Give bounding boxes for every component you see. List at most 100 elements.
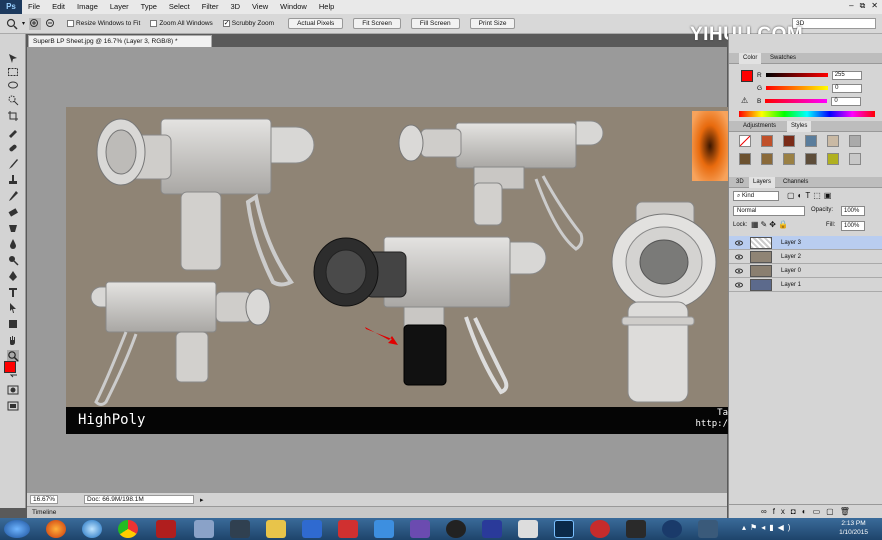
visibility-eye-icon[interactable] <box>735 281 743 289</box>
app-icon[interactable] <box>230 520 250 538</box>
red-slider[interactable]: R 255 <box>757 69 862 81</box>
menu-window[interactable]: Window <box>274 0 313 14</box>
style-swatch[interactable] <box>805 135 817 147</box>
restore-button[interactable]: ⧉ <box>860 1 866 11</box>
tab-color[interactable]: Color <box>739 53 762 64</box>
menu-view[interactable]: View <box>246 0 274 14</box>
system-tray-icons[interactable]: ▴⚑◂▮◀) <box>742 523 794 532</box>
resize-windows-checkbox[interactable]: Resize Windows to Fit <box>67 20 140 27</box>
dodge-tool-icon[interactable] <box>7 254 19 266</box>
zoom-out-icon[interactable] <box>45 18 57 30</box>
eyedropper-icon[interactable] <box>7 126 19 138</box>
color-foreground-swatch[interactable] <box>741 70 753 82</box>
menu-image[interactable]: Image <box>71 0 104 14</box>
screen-mode-icon[interactable] <box>7 400 19 412</box>
app-icon[interactable] <box>194 520 214 538</box>
app-icon[interactable] <box>698 520 718 538</box>
zoom-tool-icon[interactable] <box>6 18 18 30</box>
menu-3d[interactable]: 3D <box>224 0 246 14</box>
firefox-icon[interactable] <box>46 520 66 538</box>
zbrush-icon[interactable] <box>518 520 538 538</box>
tab-3d[interactable]: 3D <box>732 177 748 188</box>
blue-slider[interactable]: B0 <box>757 95 862 107</box>
style-swatch[interactable] <box>761 135 773 147</box>
style-swatch[interactable] <box>783 135 795 147</box>
workspace-select[interactable]: 3D <box>792 18 876 29</box>
start-button-icon[interactable] <box>4 520 30 538</box>
tab-swatches[interactable]: Swatches <box>766 53 800 64</box>
layer-row-layer-2[interactable]: Layer 2 <box>729 250 882 264</box>
crop-tool-icon[interactable] <box>7 110 19 122</box>
style-swatch[interactable] <box>761 153 773 165</box>
layer-row-layer-3[interactable]: Layer 3 <box>729 236 882 250</box>
layer-filter-icons[interactable]: ▢◐T⬚▣ <box>787 191 873 201</box>
type-tool-icon[interactable] <box>7 286 19 298</box>
photoshop-taskbar-icon[interactable] <box>554 520 574 538</box>
healing-brush-icon[interactable] <box>7 142 19 154</box>
visibility-eye-icon[interactable] <box>735 253 743 261</box>
actual-pixels-button[interactable]: Actual Pixels <box>288 18 344 29</box>
tab-layers[interactable]: Layers <box>749 177 776 188</box>
app-icon[interactable] <box>590 520 610 538</box>
lasso-tool-icon[interactable] <box>7 80 19 92</box>
lock-icons[interactable]: ▦✎✥🔒 <box>751 220 790 229</box>
visibility-eye-icon[interactable] <box>735 267 743 275</box>
color-spectrum-bar[interactable] <box>739 111 875 117</box>
media-player-icon[interactable] <box>302 520 322 538</box>
app-icon[interactable] <box>626 520 646 538</box>
menu-file[interactable]: File <box>22 0 46 14</box>
brush-tool-icon[interactable] <box>7 158 19 170</box>
document-tab[interactable]: SuperB LP Sheet.jpg @ 16.7% (Layer 3, RG… <box>28 35 212 47</box>
blue-value[interactable]: 0 <box>831 96 862 106</box>
style-swatch[interactable] <box>827 153 839 165</box>
blur-tool-icon[interactable] <box>7 238 19 250</box>
red-value[interactable]: 255 <box>831 70 862 80</box>
menu-type[interactable]: Type <box>135 0 163 14</box>
blend-mode-select[interactable]: Normal <box>733 206 805 216</box>
menu-filter[interactable]: Filter <box>196 0 225 14</box>
style-none-swatch[interactable] <box>739 135 751 147</box>
app-icon[interactable] <box>338 520 358 538</box>
status-menu-arrow-icon[interactable]: ▸ <box>200 496 204 504</box>
menu-help[interactable]: Help <box>313 0 340 14</box>
app-icon[interactable] <box>446 520 466 538</box>
close-button[interactable]: ✕ <box>871 1 878 11</box>
fill-screen-button[interactable]: Fill Screen <box>410 18 460 29</box>
menu-layer[interactable]: Layer <box>104 0 135 14</box>
app-icon[interactable] <box>482 520 502 538</box>
app-icon[interactable] <box>662 520 682 538</box>
style-swatch[interactable] <box>739 153 751 165</box>
tool-preset-dropdown-icon[interactable]: ▾ <box>22 20 25 27</box>
scrubby-zoom-checkbox[interactable]: ✓ Scrubby Zoom <box>222 20 274 27</box>
marquee-tool-icon[interactable] <box>7 66 19 78</box>
tab-channels[interactable]: Channels <box>779 177 812 188</box>
menu-edit[interactable]: Edit <box>46 0 71 14</box>
style-swatch[interactable] <box>805 153 817 165</box>
style-swatch[interactable] <box>849 135 861 147</box>
zoom-in-icon[interactable] <box>29 17 42 30</box>
move-tool-icon[interactable] <box>7 52 19 64</box>
tab-adjustments[interactable]: Adjustments <box>739 121 780 132</box>
zoom-level-field[interactable]: 16.67% <box>30 495 59 504</box>
zoom-all-windows-checkbox[interactable]: Zoom All Windows <box>150 20 213 27</box>
foreground-color-swatch[interactable] <box>4 361 16 373</box>
print-size-button[interactable]: Print Size <box>469 18 516 29</box>
hand-tool-icon[interactable] <box>7 334 19 346</box>
doc-size-info[interactable]: Doc: 66.9M/198.1M <box>84 495 195 504</box>
layer-row-layer-1[interactable]: Layer 1 <box>729 278 882 292</box>
timeline-panel-tab[interactable]: Timeline <box>27 506 727 518</box>
style-swatch[interactable] <box>849 153 861 165</box>
style-swatch[interactable] <box>827 135 839 147</box>
minimize-button[interactable]: – <box>849 1 853 11</box>
filezilla-icon[interactable] <box>156 520 176 538</box>
menu-select[interactable]: Select <box>163 0 196 14</box>
eraser-icon[interactable] <box>7 206 19 218</box>
document-canvas[interactable]: HighPoly Ta http:/ <box>66 107 728 434</box>
gradient-tool-icon[interactable] <box>7 222 19 234</box>
app-icon[interactable] <box>410 520 430 538</box>
quick-selection-icon[interactable] <box>7 94 19 106</box>
tab-styles[interactable]: Styles <box>787 121 812 132</box>
path-selection-icon[interactable] <box>7 302 19 314</box>
quick-mask-icon[interactable] <box>7 384 19 396</box>
pen-tool-icon[interactable] <box>7 270 19 282</box>
